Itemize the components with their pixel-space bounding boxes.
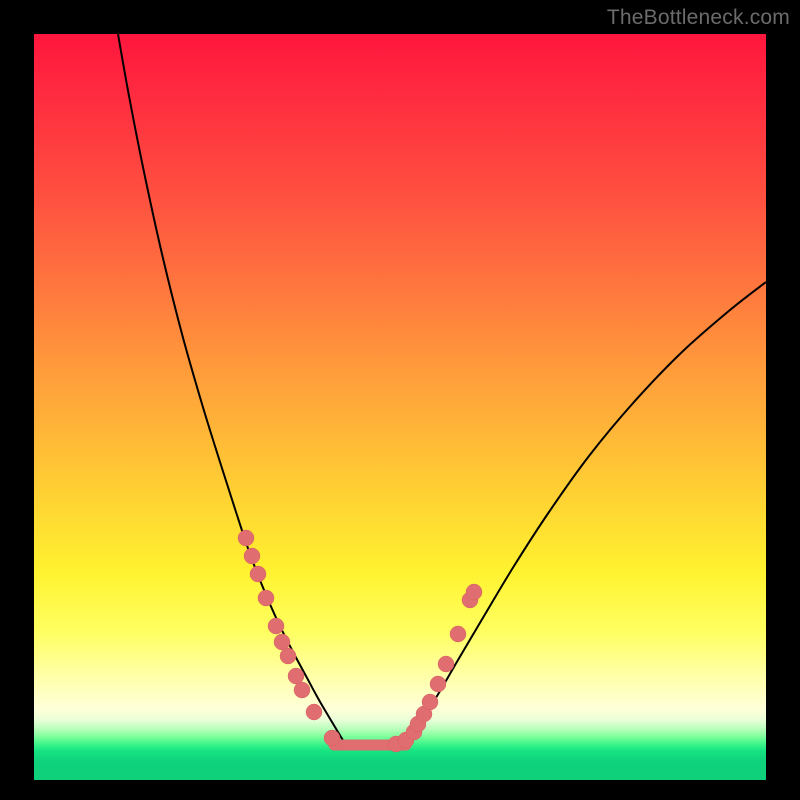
data-dots-right xyxy=(388,592,478,752)
chart-frame: TheBottleneck.com xyxy=(0,0,800,800)
curve-layer xyxy=(34,34,766,780)
data-dots-left xyxy=(238,530,340,746)
data-dot xyxy=(244,548,260,564)
data-dot xyxy=(238,530,254,546)
curve-left-branch xyxy=(118,34,344,742)
data-dot xyxy=(258,590,274,606)
data-dot xyxy=(324,730,340,746)
data-dot xyxy=(274,634,290,650)
data-dot xyxy=(280,648,296,664)
watermark-text: TheBottleneck.com xyxy=(607,6,790,30)
data-dot xyxy=(450,626,466,642)
plot-area xyxy=(34,34,766,780)
data-dot xyxy=(288,668,304,684)
data-dot xyxy=(422,694,438,710)
data-dot xyxy=(438,656,454,672)
data-dot xyxy=(268,618,284,634)
data-dot xyxy=(430,676,446,692)
data-dot xyxy=(306,704,322,720)
curve-right-branch xyxy=(404,282,766,744)
data-dot xyxy=(250,566,266,582)
data-dot xyxy=(294,682,310,698)
data-dot-lone xyxy=(466,584,482,600)
